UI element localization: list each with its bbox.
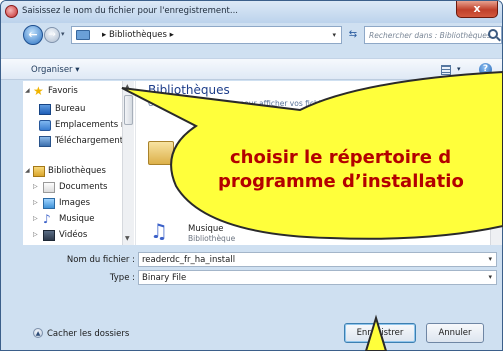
scrollbar-thumb[interactable] bbox=[124, 95, 133, 125]
refresh-icon[interactable]: ⇆ bbox=[345, 26, 361, 44]
back-arrow-icon[interactable]: ← bbox=[23, 25, 43, 45]
callout-line-1: choisir le répertoire d bbox=[230, 147, 452, 168]
images-icon bbox=[43, 198, 55, 209]
videos-icon bbox=[43, 230, 55, 241]
list-item-music-library[interactable]: ♫ Musique Bibliothèque bbox=[150, 221, 350, 245]
sidebar-scrollbar[interactable]: ▲ ▼ bbox=[122, 81, 134, 245]
help-icon[interactable]: ? bbox=[479, 63, 492, 76]
type-select[interactable]: Binary File ▾ bbox=[138, 270, 497, 285]
collapse-triangle-icon[interactable]: ▷ bbox=[33, 231, 38, 238]
toolbar: Organiser ▾ ▾ ? bbox=[1, 58, 502, 80]
page-subtitle: Ouvrir une bibliothèque pour afficher vo… bbox=[148, 99, 494, 108]
library-icon bbox=[76, 30, 90, 40]
list-item-name: Musique bbox=[188, 224, 224, 234]
history-dropdown-icon[interactable]: ▾ bbox=[61, 30, 65, 38]
desktop-icon bbox=[39, 104, 51, 115]
scroll-down-icon[interactable]: ▼ bbox=[125, 235, 130, 242]
music-note-icon: ♫ bbox=[150, 219, 168, 243]
list-item-type: Bibliothèque bbox=[188, 234, 236, 243]
window-title: Saisissez le nom du fichier pour l'enreg… bbox=[22, 6, 238, 16]
address-path[interactable]: ▸ Bibliothèques ▸ bbox=[102, 30, 174, 40]
file-list-scrollbar[interactable] bbox=[490, 81, 502, 245]
filename-label: Nom du fichier : bbox=[66, 255, 135, 265]
filename-field[interactable]: readerdc_fr_ha_install ▾ bbox=[138, 252, 497, 267]
navigation-pane: ◢ ★ Favoris Bureau Emplacements ré Téléc… bbox=[23, 81, 135, 245]
expand-triangle-icon[interactable]: ◢ bbox=[25, 87, 30, 94]
type-label: Type : bbox=[109, 273, 135, 283]
search-input[interactable]: Rechercher dans : Bibliothèques bbox=[369, 31, 491, 40]
collapse-triangle-icon[interactable]: ▷ bbox=[33, 215, 38, 222]
view-dropdown-icon[interactable]: ▾ bbox=[457, 65, 461, 73]
downloads-icon bbox=[39, 136, 51, 147]
page-title: Bibliothèques bbox=[148, 83, 230, 97]
dialog-footer: ▲ Cacher les dossiers Enregistrer Annule… bbox=[1, 319, 502, 350]
music-note-icon: ♪ bbox=[43, 212, 51, 226]
callout-text: choisir le répertoire d programme d’inst… bbox=[218, 146, 464, 194]
collapse-triangle-icon[interactable]: ▷ bbox=[33, 199, 38, 206]
documents-icon bbox=[43, 182, 55, 193]
save-button[interactable]: Enregistrer bbox=[344, 323, 416, 343]
type-dropdown-icon[interactable]: ▾ bbox=[488, 273, 492, 281]
navigation-row: ← → ▾ ▸ Bibliothèques ▸ ▾ ⇆ Rechercher d… bbox=[1, 23, 502, 47]
type-value[interactable]: Binary File bbox=[142, 273, 186, 283]
close-button[interactable]: x bbox=[456, 1, 498, 18]
star-icon: ★ bbox=[33, 84, 44, 98]
search-icon[interactable] bbox=[488, 29, 498, 39]
library-folder-icon[interactable] bbox=[148, 141, 174, 165]
collapse-triangle-icon[interactable]: ▷ bbox=[33, 183, 38, 190]
search-box[interactable]: Rechercher dans : Bibliothèques bbox=[364, 26, 502, 44]
address-bar[interactable]: ▸ Bibliothèques ▸ ▾ bbox=[71, 26, 342, 44]
filename-dropdown-icon[interactable]: ▾ bbox=[488, 255, 492, 263]
scroll-up-icon[interactable]: ▲ bbox=[125, 83, 130, 90]
recent-places-icon bbox=[39, 120, 51, 131]
address-dropdown-icon[interactable]: ▾ bbox=[332, 31, 336, 39]
view-options-icon[interactable] bbox=[441, 65, 451, 75]
forward-arrow-icon[interactable]: → bbox=[44, 27, 60, 43]
callout-line-2: programme d’installatio bbox=[218, 171, 464, 192]
expand-triangle-icon[interactable]: ◢ bbox=[25, 167, 30, 174]
title-bar: Saisissez le nom du fichier pour l'enreg… bbox=[1, 1, 502, 23]
organize-button[interactable]: Organiser ▾ bbox=[31, 65, 80, 75]
filename-value[interactable]: readerdc_fr_ha_install bbox=[142, 255, 235, 265]
collapse-up-icon[interactable]: ▲ bbox=[33, 328, 43, 338]
cancel-button[interactable]: Annuler bbox=[426, 323, 484, 343]
libraries-icon bbox=[33, 166, 45, 177]
hide-folders-button[interactable]: Cacher les dossiers bbox=[47, 329, 129, 339]
app-icon bbox=[5, 5, 18, 18]
